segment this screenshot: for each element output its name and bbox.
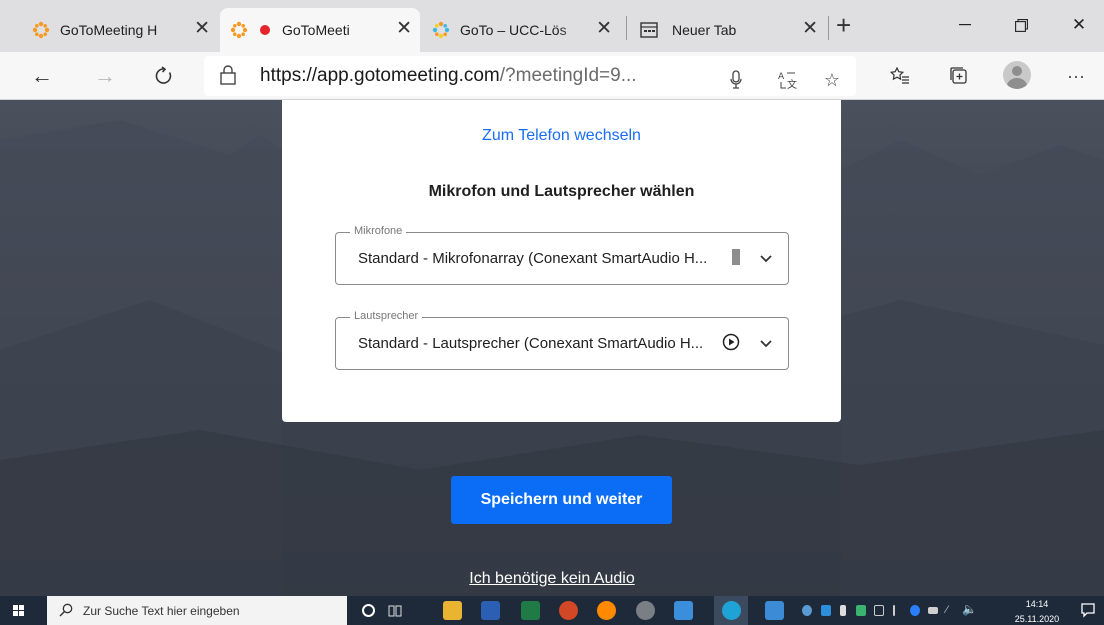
windows-start-icon[interactable] [13,605,25,617]
calculator-icon[interactable] [674,601,693,620]
collections-icon[interactable] [945,62,973,90]
forward-arrow-icon[interactable]: → [89,60,121,92]
microphone-in-use-icon[interactable] [722,66,750,94]
speaker-select-label: Lautsprecher [350,310,423,322]
tab-goto-ucc[interactable]: GoTo – UCC-Lös ✕ [422,8,620,52]
speaker-select-value: Standard - Lautsprecher (Conexant SmartA… [358,335,704,352]
battery-icon[interactable] [928,607,938,614]
mic-level-meter [732,249,740,265]
tray-sync-icon[interactable] [802,605,812,616]
edge-icon[interactable] [722,601,741,620]
recording-indicator-icon [260,25,270,35]
tab-fade [156,16,190,44]
lock-icon[interactable] [220,65,236,90]
url-path: /?meetingId=9... [499,65,637,86]
remote-app-icon[interactable] [765,601,784,620]
notifications-icon[interactable] [1081,603,1095,623]
taskbar-clock[interactable]: 14:14 25.11.2020 [1012,598,1062,625]
excel-icon[interactable] [521,601,540,620]
tab-title: GoToMeeting H [60,22,158,38]
tray-usb-icon[interactable] [840,605,846,616]
url-host: https://app.gotomeeting.com [260,65,500,86]
chevron-down-icon [760,255,772,263]
taskbar-search-box[interactable]: Zur Suche Text hier eingeben [47,596,347,625]
tray-device-icon[interactable] [874,605,884,616]
tab-new-tab[interactable]: Neuer Tab ✕ [630,8,826,52]
tab-title: GoToMeeti [282,22,350,38]
clock-date: 25.11.2020 [1014,614,1060,624]
back-arrow-icon[interactable]: ← [26,60,58,92]
more-menu-icon[interactable]: ··· [1062,62,1090,90]
close-window-icon[interactable]: ✕ [1056,8,1102,42]
task-view-icon[interactable] [388,604,402,623]
svg-text:A: A [778,72,785,82]
address-bar[interactable]: https://app.gotomeeting.com/?meetingId=9… [204,56,856,96]
new-tab-icon[interactable]: + [836,10,851,40]
close-tab-icon[interactable]: ✕ [802,19,818,39]
word-icon[interactable] [481,601,500,620]
tab-separator [828,16,829,40]
chevron-down-icon [760,340,772,348]
file-explorer-icon[interactable] [443,601,462,620]
meeting-page: Zum Telefon wechseln Mikrofon und Lautsp… [0,100,1104,596]
tab-title: GoTo – UCC-Lös [460,22,567,38]
svg-text:文: 文 [787,78,797,90]
windows-taskbar: Zur Suche Text hier eingeben ⁄ 🔈 14:14 2… [0,596,1104,625]
tray-separator [893,605,895,616]
volume-icon[interactable]: 🔈 [962,602,977,616]
app-icon[interactable] [636,601,655,620]
new-tab-page-icon [640,22,658,38]
restore-icon[interactable] [998,8,1044,42]
microphone-select-value: Standard - Mikrofonarray (Conexant Smart… [358,250,708,267]
close-tab-icon[interactable]: ✕ [596,19,612,39]
tab-title: Neuer Tab [672,22,737,38]
goto-logo-icon [432,21,450,39]
speaker-select[interactable]: Lautsprecher Standard - Lautsprecher (Co… [335,310,789,370]
tab-separator [626,16,627,40]
tab-fade [558,16,592,44]
taskbar-search-placeholder: Zur Suche Text hier eingeben [83,604,240,618]
network-icon[interactable]: ⁄ [946,604,948,616]
favorite-star-icon[interactable]: ☆ [818,66,846,94]
audio-settings-heading: Mikrofon und Lautsprecher wählen [428,183,695,200]
microphone-select-label: Mikrofone [350,225,407,237]
translate-icon[interactable]: A文 [773,66,801,94]
url-text[interactable]: https://app.gotomeeting.com/?meetingId=9… [260,65,637,87]
bluetooth-icon[interactable] [910,605,920,616]
powerpoint-icon[interactable] [559,601,578,620]
tab-fade [358,16,392,44]
minimize-icon[interactable] [942,8,988,42]
tab-strip: GoToMeeting H ✕ GoToMeeti ✕ GoTo – UCC-L… [0,0,1104,52]
close-tab-icon[interactable]: ✕ [396,19,412,39]
no-audio-link[interactable]: Ich benötige kein Audio [0,570,1104,588]
close-tab-icon[interactable]: ✕ [194,19,210,39]
switch-to-phone-link[interactable]: Zum Telefon wechseln [282,127,841,145]
tab-gotomeeting-active[interactable]: GoToMeeti ✕ [220,8,420,52]
play-test-sound-icon[interactable] [722,333,740,351]
search-icon [59,603,73,622]
profile-avatar[interactable] [1003,61,1031,89]
favorites-list-icon[interactable] [886,62,914,90]
cortana-icon[interactable] [362,604,375,617]
address-bar-row: ← → https://app.gotomeeting.com/?meeting… [0,52,1104,100]
clock-time: 14:14 [1025,599,1049,609]
gotomeeting-logo-icon [230,21,248,39]
refresh-icon[interactable] [148,60,180,92]
gotomeeting-logo-icon [32,21,50,39]
microphone-select[interactable]: Mikrofone Standard - Mikrofonarray (Cone… [335,225,789,285]
audio-settings-card: Zum Telefon wechseln Mikrofon und Lautsp… [282,100,841,422]
save-and-continue-button[interactable]: Speichern und weiter [451,476,672,524]
tray-app-icon[interactable] [821,605,831,616]
firefox-icon[interactable] [597,601,616,620]
tray-security-icon[interactable] [856,605,866,616]
tab-gotomeeting-help[interactable]: GoToMeeting H ✕ [22,8,218,52]
